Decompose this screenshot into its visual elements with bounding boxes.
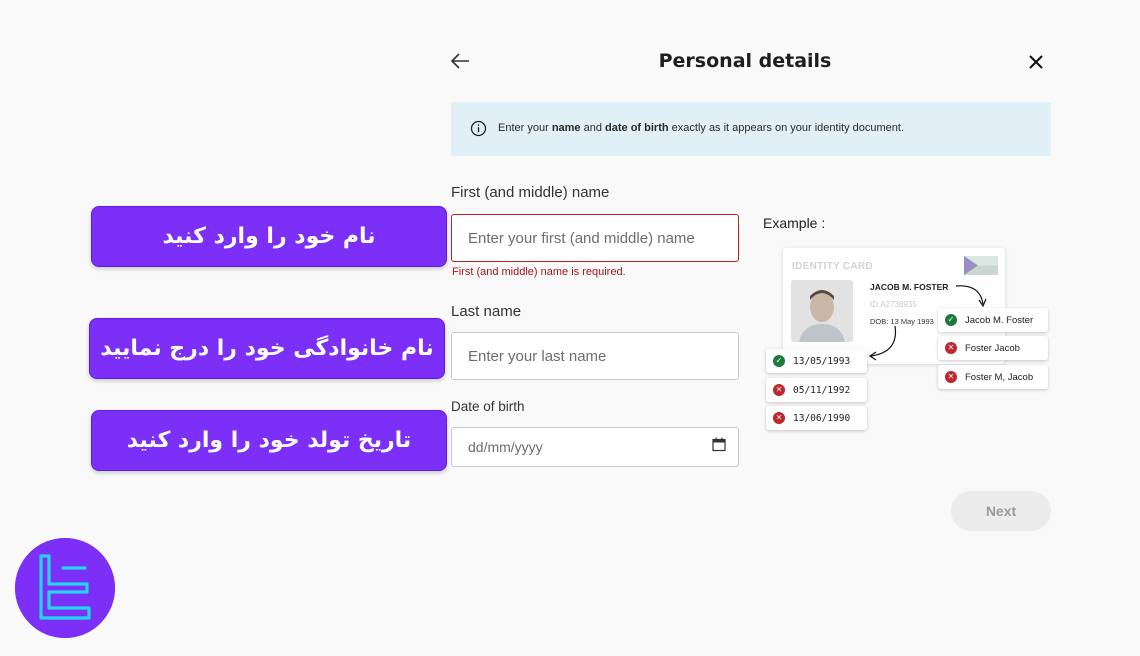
dob-option-invalid: ✕ 05/11/1992 (766, 378, 867, 402)
last-name-label: Last name (451, 303, 522, 320)
first-name-label: First (and middle) name (451, 184, 610, 201)
dob-label: Date of birth (451, 399, 525, 414)
check-icon: ✓ (773, 355, 785, 367)
id-card-name: JACOB M. FOSTER (870, 282, 949, 292)
cross-icon: ✕ (773, 384, 785, 396)
info-banner: Enter your name and date of birth exactl… (451, 102, 1051, 156)
back-arrow-icon[interactable] (448, 50, 472, 72)
check-icon: ✓ (945, 314, 957, 326)
dob-callout: تاریخ تولد خود را وارد کنید (91, 410, 447, 471)
id-card-number: ID:A2738935 (870, 300, 917, 309)
dob-option-invalid: ✕ 13/06/1990 (766, 406, 867, 430)
first-name-error: First (and middle) name is required. (452, 266, 626, 278)
name-option-valid: ✓ Jacob M. Foster (938, 308, 1048, 332)
first-name-callout: نام خود را وارد کنید (91, 206, 447, 267)
last-name-input[interactable]: Enter your last name (451, 332, 739, 380)
name-arrow-icon (955, 285, 987, 308)
cross-icon: ✕ (945, 371, 957, 383)
page-title: Personal details (658, 50, 832, 72)
last-name-placeholder: Enter your last name (468, 347, 607, 365)
id-photo (791, 280, 853, 342)
close-icon[interactable] (1026, 52, 1046, 72)
example-label: Example : (763, 215, 826, 231)
info-icon (470, 120, 487, 137)
dob-placeholder: dd/mm/yyyy (468, 439, 543, 455)
name-option-invalid: ✕ Foster Jacob (938, 336, 1048, 360)
calendar-icon[interactable] (712, 437, 726, 452)
first-name-placeholder: Enter your first (and middle) name (468, 229, 695, 247)
brand-logo-icon (15, 538, 115, 638)
name-option-invalid: ✕ Foster M, Jacob (938, 365, 1048, 389)
id-card-title: IDENTITY CARD (792, 261, 873, 272)
dob-arrow-icon (868, 325, 897, 361)
flag-icon (964, 256, 998, 275)
cross-icon: ✕ (945, 342, 957, 354)
next-button[interactable]: Next (951, 491, 1051, 531)
last-name-callout: نام خانوادگی خود را درج نمایید (89, 318, 445, 379)
first-name-input[interactable]: Enter your first (and middle) name (451, 214, 739, 262)
cross-icon: ✕ (773, 412, 785, 424)
info-text: Enter your name and date of birth exactl… (498, 122, 904, 134)
dob-option-valid: ✓ 13/05/1993 (766, 349, 867, 373)
dob-input[interactable]: dd/mm/yyyy (451, 427, 739, 467)
